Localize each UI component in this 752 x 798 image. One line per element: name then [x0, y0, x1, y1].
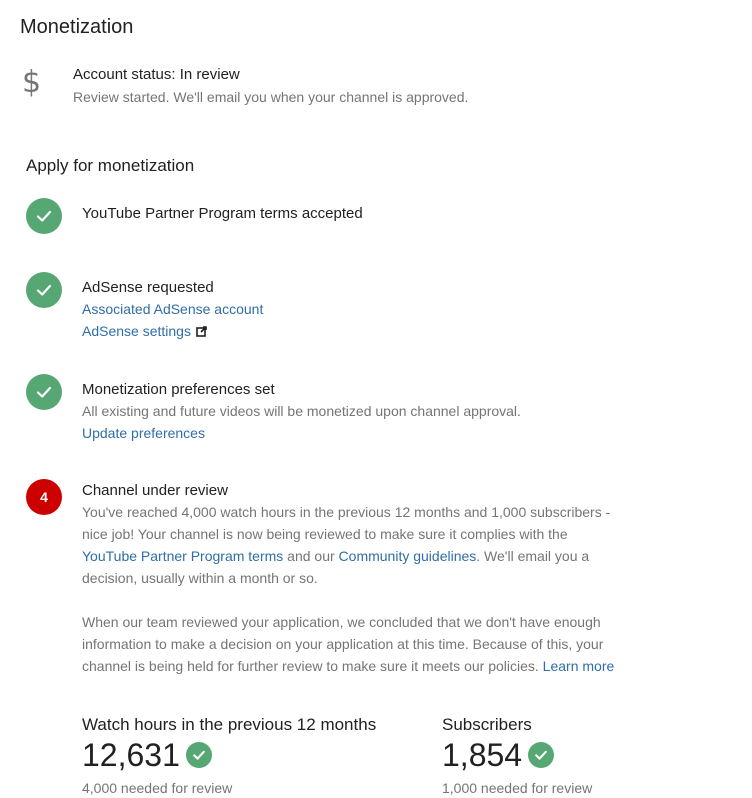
subscribers-value: 1,854 [442, 737, 523, 773]
check-icon [26, 272, 62, 308]
update-preferences-link[interactable]: Update preferences [82, 422, 622, 444]
watch-hours-needed: 4,000 needed for review [82, 780, 233, 796]
community-guidelines-link[interactable]: Community guidelines [339, 548, 477, 564]
dollar-icon: $ [22, 65, 42, 100]
partner-program-terms-link[interactable]: YouTube Partner Program terms [82, 548, 283, 564]
watch-hours-stat: Watch hours in the previous 12 months 12… [82, 714, 376, 798]
check-icon [26, 198, 62, 234]
review-text-b: and our [283, 548, 339, 564]
learn-more-link[interactable]: Learn more [543, 658, 615, 674]
check-icon [185, 742, 212, 768]
review-text-a: You've reached 4,000 watch hours in the … [82, 504, 611, 542]
step-title: YouTube Partner Program terms accepted [82, 205, 363, 222]
adsense-settings-link[interactable]: AdSense settings [82, 323, 207, 339]
page-title: Monetization [20, 16, 134, 38]
review-decision-body: When our team reviewed your application,… [82, 614, 604, 674]
account-status-description: Review started. We'll email you when you… [73, 89, 469, 105]
check-icon [528, 742, 555, 768]
step-description: You've reached 4,000 watch hours in the … [82, 501, 622, 589]
associated-adsense-account-link[interactable]: Associated AdSense account [82, 298, 622, 320]
account-status: $ Account status: In review Review start… [22, 64, 722, 114]
external-link-icon [196, 321, 207, 343]
step-title: AdSense requested [82, 279, 214, 296]
adsense-settings-label: AdSense settings [82, 323, 191, 339]
watch-hours-value: 12,631 [82, 737, 180, 773]
review-decision-text: When our team reviewed your application,… [82, 611, 622, 677]
step-number: 4 [40, 489, 48, 505]
step-number-badge: 4 [26, 479, 62, 515]
subscribers-label: Subscribers [442, 715, 532, 734]
subscribers-needed: 1,000 needed for review [442, 780, 593, 796]
watch-hours-label: Watch hours in the previous 12 months [82, 715, 377, 734]
account-status-title: Account status: In review [73, 66, 240, 83]
subscribers-stat: Subscribers 1,854 1,000 needed for revie… [442, 714, 592, 798]
step-title: Channel under review [82, 482, 228, 499]
apply-section-title: Apply for monetization [26, 156, 195, 175]
step-title: Monetization preferences set [82, 381, 275, 398]
step-description: All existing and future videos will be m… [82, 403, 521, 419]
check-icon [26, 374, 62, 410]
